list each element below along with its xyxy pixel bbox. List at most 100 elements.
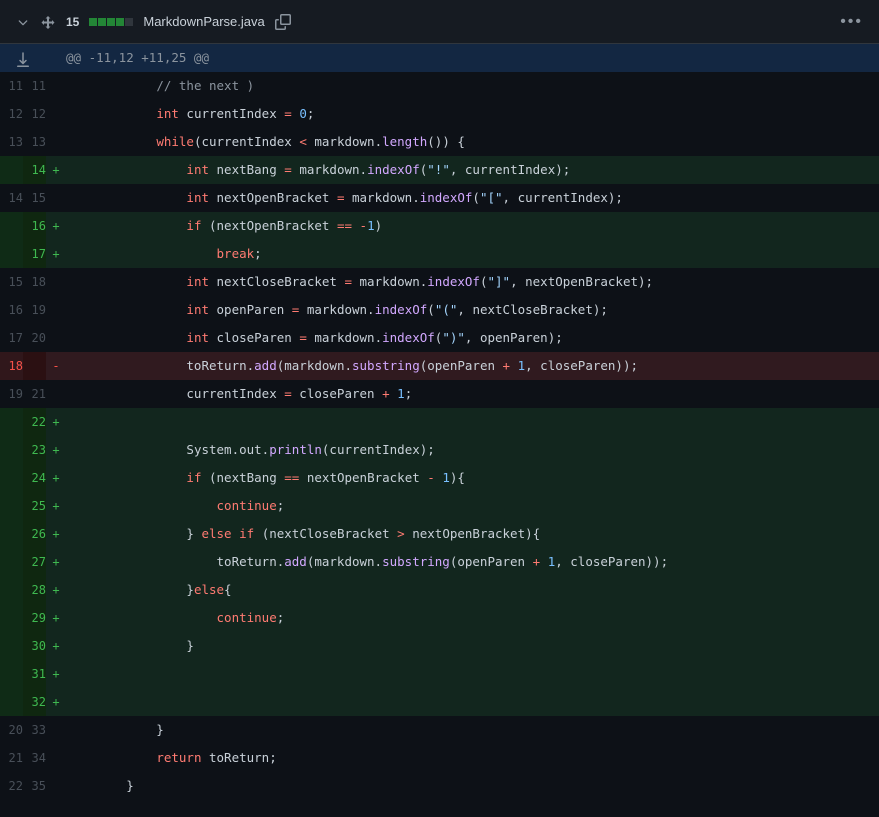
diff-marker: + xyxy=(46,632,66,660)
line-number-old[interactable] xyxy=(0,240,23,268)
line-number-old[interactable]: 21 xyxy=(0,744,23,772)
code-content: while(currentIndex < markdown.length()) … xyxy=(66,128,879,156)
code-content: int openParen = markdown.indexOf("(", ne… xyxy=(66,296,879,324)
line-number-new[interactable]: 11 xyxy=(23,72,46,100)
code-content: // the next ) xyxy=(66,72,879,100)
line-number-new[interactable]: 32 xyxy=(23,688,46,716)
diff-line: 1212 int currentIndex = 0; xyxy=(0,100,879,128)
line-number-new[interactable]: 17 xyxy=(23,240,46,268)
line-number-old[interactable] xyxy=(0,688,23,716)
line-number-new[interactable]: 33 xyxy=(23,716,46,744)
line-number-old[interactable]: 14 xyxy=(0,184,23,212)
line-number-old[interactable]: 11 xyxy=(0,72,23,100)
line-number-old[interactable]: 18 xyxy=(0,352,23,380)
diff-line: 1921 currentIndex = closeParen + 1; xyxy=(0,380,879,408)
hunk-header-row: @@ -11,12 +11,25 @@ xyxy=(0,44,879,72)
diff-marker xyxy=(46,772,66,800)
code-content: int nextBang = markdown.indexOf("!", cur… xyxy=(66,156,879,184)
diff-line: 27+ toReturn.add(markdown.substring(open… xyxy=(0,548,879,576)
line-number-new[interactable]: 22 xyxy=(23,408,46,436)
line-number-new[interactable]: 24 xyxy=(23,464,46,492)
code-content: break; xyxy=(66,240,879,268)
expand-all-icon[interactable] xyxy=(40,14,56,30)
diff-marker: + xyxy=(46,492,66,520)
line-number-new[interactable]: 28 xyxy=(23,576,46,604)
diff-line: 2134 return toReturn; xyxy=(0,744,879,772)
diff-file-header: 15 MarkdownParse.java ••• xyxy=(0,0,879,44)
code-content xyxy=(66,660,879,688)
line-number-new[interactable]: 21 xyxy=(23,380,46,408)
diff-marker: + xyxy=(46,156,66,184)
line-number-old[interactable]: 20 xyxy=(0,716,23,744)
line-number-old[interactable]: 15 xyxy=(0,268,23,296)
line-number-old[interactable] xyxy=(0,464,23,492)
line-number-new[interactable]: 25 xyxy=(23,492,46,520)
line-number-old[interactable]: 16 xyxy=(0,296,23,324)
code-content: continue; xyxy=(66,492,879,520)
diff-line: 28+ }else{ xyxy=(0,576,879,604)
diff-line: 23+ System.out.println(currentIndex); xyxy=(0,436,879,464)
line-number-new[interactable]: 18 xyxy=(23,268,46,296)
line-number-old[interactable] xyxy=(0,156,23,184)
line-number-old[interactable] xyxy=(0,212,23,240)
line-number-new[interactable]: 12 xyxy=(23,100,46,128)
diff-marker: + xyxy=(46,604,66,632)
copy-path-icon[interactable] xyxy=(275,14,291,30)
diff-line: 29+ continue; xyxy=(0,604,879,632)
line-number-new[interactable]: 13 xyxy=(23,128,46,156)
diff-marker xyxy=(46,128,66,156)
line-number-old[interactable]: 22 xyxy=(0,772,23,800)
line-number-new[interactable]: 16 xyxy=(23,212,46,240)
line-number-old[interactable] xyxy=(0,576,23,604)
line-number-old[interactable]: 17 xyxy=(0,324,23,352)
line-number-old[interactable] xyxy=(0,436,23,464)
line-number-old[interactable] xyxy=(0,632,23,660)
collapse-toggle-icon[interactable] xyxy=(16,15,30,29)
code-content: int closeParen = markdown.indexOf(")", o… xyxy=(66,324,879,352)
line-number-old[interactable]: 13 xyxy=(0,128,23,156)
diff-marker xyxy=(46,268,66,296)
diff-line: 16+ if (nextOpenBracket == -1) xyxy=(0,212,879,240)
code-content: int nextCloseBracket = markdown.indexOf(… xyxy=(66,268,879,296)
code-content: toReturn.add(markdown.substring(openPare… xyxy=(66,352,879,380)
code-content: int nextOpenBracket = markdown.indexOf("… xyxy=(66,184,879,212)
line-number-old[interactable]: 12 xyxy=(0,100,23,128)
diff-marker xyxy=(46,184,66,212)
code-content: }else{ xyxy=(66,576,879,604)
line-number-new[interactable]: 15 xyxy=(23,184,46,212)
diff-line: 1111 // the next ) xyxy=(0,72,879,100)
line-number-new[interactable]: 34 xyxy=(23,744,46,772)
line-number-old[interactable] xyxy=(0,492,23,520)
diff-line: 25+ continue; xyxy=(0,492,879,520)
line-number-new[interactable] xyxy=(23,352,46,380)
line-number-old[interactable] xyxy=(0,548,23,576)
line-number-old[interactable] xyxy=(0,604,23,632)
line-number-old[interactable]: 19 xyxy=(0,380,23,408)
file-actions-menu-icon[interactable]: ••• xyxy=(840,13,863,31)
line-number-new[interactable]: 35 xyxy=(23,772,46,800)
diff-stat-count: 15 xyxy=(66,15,79,29)
code-content: } xyxy=(66,716,879,744)
line-number-new[interactable]: 20 xyxy=(23,324,46,352)
diff-line: 31+ xyxy=(0,660,879,688)
line-number-new[interactable]: 27 xyxy=(23,548,46,576)
diff-stat-bars xyxy=(89,18,133,26)
line-number-old[interactable] xyxy=(0,660,23,688)
code-content: int currentIndex = 0; xyxy=(66,100,879,128)
line-number-new[interactable]: 14 xyxy=(23,156,46,184)
diff-marker: + xyxy=(46,660,66,688)
diff-marker: - xyxy=(46,352,66,380)
line-number-new[interactable]: 31 xyxy=(23,660,46,688)
diff-filename[interactable]: MarkdownParse.java xyxy=(143,14,264,29)
line-number-new[interactable]: 19 xyxy=(23,296,46,324)
expand-hunk-button[interactable] xyxy=(0,44,46,72)
line-number-new[interactable]: 23 xyxy=(23,436,46,464)
line-number-old[interactable] xyxy=(0,408,23,436)
line-number-new[interactable]: 26 xyxy=(23,520,46,548)
line-number-new[interactable]: 29 xyxy=(23,604,46,632)
line-number-new[interactable]: 30 xyxy=(23,632,46,660)
diff-marker xyxy=(46,380,66,408)
diff-line: 2033 } xyxy=(0,716,879,744)
diff-line: 32+ xyxy=(0,688,879,716)
line-number-old[interactable] xyxy=(0,520,23,548)
